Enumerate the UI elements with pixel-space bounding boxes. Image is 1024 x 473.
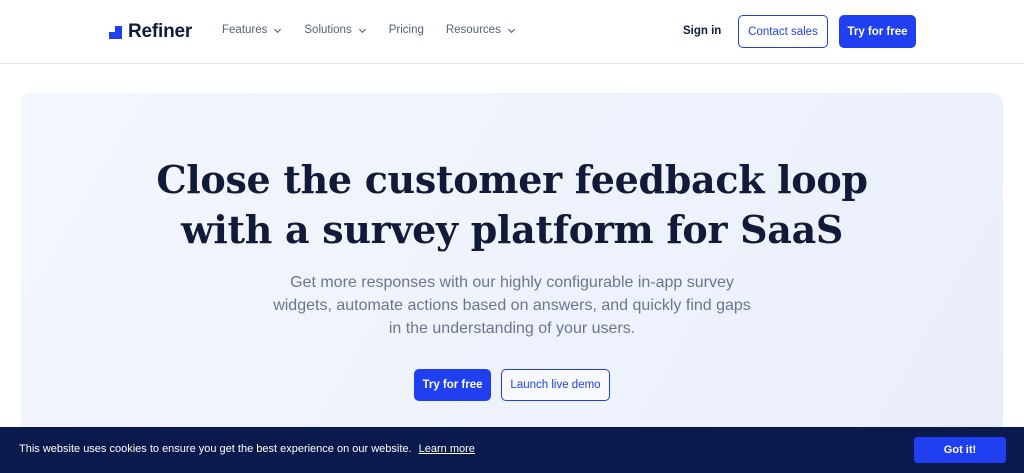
try-for-free-button[interactable]: Try for free (414, 369, 491, 401)
hero-headline: Close the customer feedback loop with a … (0, 155, 1024, 255)
hero-subtext-line-3: in the understanding of your users. (388, 320, 636, 337)
accept-cookies-button[interactable]: Got it! (914, 437, 1006, 463)
learn-more-link[interactable]: Learn more (419, 443, 475, 455)
refiner-logo-icon (109, 25, 122, 39)
nav-item-solutions[interactable]: Solutions (304, 24, 366, 36)
launch-live-demo-button[interactable]: Launch live demo (501, 369, 610, 401)
hero-subtext: Get more responses with our highly confi… (252, 271, 772, 340)
chevron-down-icon (358, 28, 366, 33)
contact-sales-button[interactable]: Contact sales (738, 15, 828, 48)
nav-item-features[interactable]: Features (222, 24, 282, 36)
cookie-message: This website uses cookies to ensure you … (19, 443, 475, 455)
main-menu: Features Solutions Pricing Resources (222, 24, 538, 36)
cookie-message-text: This website uses cookies to ensure you … (19, 443, 412, 455)
top-navigation: Refiner Features Solutions Pricing Resou… (0, 0, 1024, 64)
hero-subtext-line-1: Get more responses with our highly confi… (290, 274, 734, 291)
nav-item-pricing[interactable]: Pricing (389, 24, 424, 36)
chevron-down-icon (274, 28, 282, 33)
chevron-down-icon (507, 28, 515, 33)
brand-name: Refiner (128, 21, 193, 42)
nav-item-label: Solutions (304, 24, 352, 36)
hero-subtext-line-2: widgets, automate actions based on answe… (273, 297, 751, 314)
nav-item-label: Features (222, 24, 268, 36)
brand-logo[interactable]: Refiner (109, 21, 192, 43)
sign-in-link[interactable]: Sign in (683, 25, 721, 37)
cookie-banner: This website uses cookies to ensure you … (0, 427, 1024, 473)
try-for-free-nav-button[interactable]: Try for free (839, 15, 916, 48)
hero-headline-line-1: Close the customer feedback loop (156, 157, 868, 202)
hero-headline-line-2: with a survey platform for SaaS (180, 207, 844, 252)
nav-item-label: Resources (445, 24, 501, 36)
nav-item-label: Pricing (388, 24, 424, 36)
nav-item-resources[interactable]: Resources (446, 24, 516, 36)
